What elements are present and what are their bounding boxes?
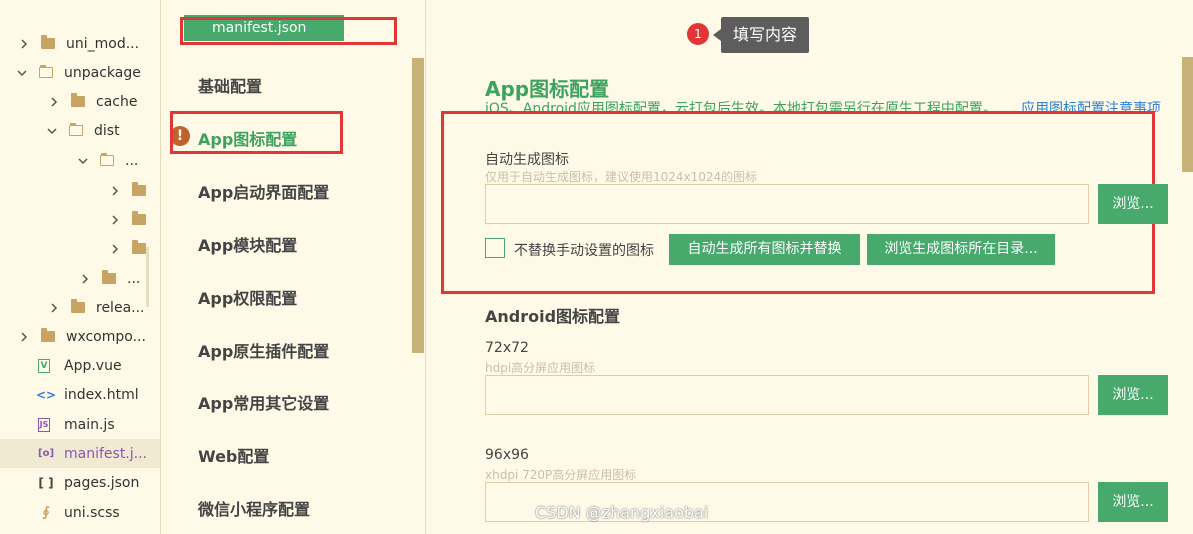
- folder-open-icon: [38, 65, 54, 80]
- tree-item-label: main.js: [64, 416, 115, 433]
- chevron-right-icon[interactable]: [109, 185, 121, 197]
- auto-icon-input[interactable]: [485, 184, 1089, 224]
- tree-item-label: index.html: [64, 386, 139, 403]
- nav-item-app-splash[interactable]: App启动界面配置: [198, 179, 329, 203]
- main-content: 1 填写内容 App图标配置 iOS、Android应用图标配置，云打包后生效。…: [427, 0, 1193, 534]
- tree-item-uni-scss[interactable]: ∮ uni.scss: [0, 498, 160, 527]
- tree-item-label: relea...: [96, 299, 145, 316]
- folder-icon: [131, 240, 147, 256]
- auto-generate-button[interactable]: 自动生成所有图标并替换: [669, 234, 860, 265]
- js-file-icon: JS: [38, 417, 50, 432]
- nav-item-web[interactable]: Web配置: [198, 443, 269, 467]
- folder-icon: [70, 93, 86, 109]
- tree-item-app-vue[interactable]: V App.vue: [0, 351, 160, 380]
- chevron-down-icon[interactable]: [16, 67, 28, 79]
- tree-item-nested-3[interactable]: [0, 234, 160, 263]
- tree-item-main-js[interactable]: JS main.js: [0, 410, 160, 439]
- chevron-down-icon[interactable]: [46, 125, 58, 137]
- chevron-right-icon[interactable]: [48, 96, 60, 108]
- android-section-title: Android图标配置: [485, 307, 621, 326]
- nav-item-wechat-miniprogram[interactable]: 微信小程序配置: [198, 496, 310, 520]
- folder-icon: [70, 299, 86, 315]
- chevron-right-icon[interactable]: [109, 214, 121, 226]
- icon-96-label: 96x96: [485, 447, 529, 463]
- folder-icon: [40, 328, 56, 344]
- chevron-right-icon[interactable]: [48, 302, 60, 314]
- tree-item-release[interactable]: relea...: [0, 293, 160, 322]
- annotation-badge: 1: [687, 23, 709, 45]
- icon-72-browse-button[interactable]: 浏览...: [1098, 375, 1168, 415]
- tree-item-wxcomponents[interactable]: wxcompo...: [0, 322, 160, 351]
- tree-item-nested-1[interactable]: [0, 176, 160, 205]
- folder-icon: [40, 35, 56, 51]
- tree-item-unpackage[interactable]: unpackage: [0, 58, 160, 87]
- vue-file-icon: V: [38, 358, 50, 373]
- chevron-right-icon[interactable]: [79, 273, 91, 285]
- icon-72-hint: hdpi高分屏应用图标: [485, 361, 596, 375]
- tree-item-nested-2[interactable]: [0, 205, 160, 234]
- html-file-icon: <>: [35, 387, 57, 402]
- icon-notes-link[interactable]: 应用图标配置注意事项: [1021, 98, 1161, 112]
- tree-item-label: wxcompo...: [66, 328, 146, 345]
- tree-item-cache[interactable]: cache: [0, 87, 160, 116]
- folder-open-icon: [99, 153, 115, 168]
- auto-icon-browse-button[interactable]: 浏览...: [1098, 184, 1168, 224]
- highlight-box-nav-app-icon: [170, 111, 343, 154]
- tree-item-pages-json[interactable]: [ ] pages.json: [0, 468, 160, 497]
- tree-item-label: ...: [127, 270, 141, 287]
- tree-item-label: cache: [96, 93, 138, 110]
- tree-item-label: App.vue: [64, 357, 122, 374]
- icon-96-browse-button[interactable]: 浏览...: [1098, 482, 1168, 522]
- nav-item-app-native-plugins[interactable]: App原生插件配置: [198, 338, 329, 362]
- nav-item-basic[interactable]: 基础配置: [198, 73, 262, 97]
- tree-item-label: ...: [125, 152, 139, 169]
- nav-item-app-other-settings[interactable]: App常用其它设置: [198, 390, 329, 414]
- tree-item-manifest-json[interactable]: [o] manifest.j...: [0, 439, 160, 468]
- icon-72-input[interactable]: [485, 375, 1089, 415]
- settings-nav: manifest.json 基础配置 ! App图标配置 App启动界面配置 A…: [162, 0, 426, 534]
- json-file-icon: [ ]: [38, 475, 54, 490]
- nav-item-app-modules[interactable]: App模块配置: [198, 232, 297, 256]
- tree-item-label: pages.json: [64, 474, 140, 491]
- tree-item-dist-child[interactable]: ...: [0, 146, 160, 175]
- tree-item-dist-sibling[interactable]: ...: [0, 264, 160, 293]
- nav-item-app-permissions[interactable]: App权限配置: [198, 285, 297, 309]
- chevron-right-icon[interactable]: [18, 38, 30, 50]
- tree-item-label: dist: [94, 122, 120, 139]
- tree-item-index-html[interactable]: <> index.html: [0, 380, 160, 409]
- folder-open-icon: [68, 123, 84, 138]
- icon-96-hint: xhdpi 720P高分屏应用图标: [485, 468, 637, 482]
- chevron-down-icon[interactable]: [77, 155, 89, 167]
- chevron-right-icon[interactable]: [18, 331, 30, 343]
- tree-scrollbar[interactable]: [146, 247, 149, 307]
- no-replace-label: 不替换手动设置的图标: [514, 243, 654, 259]
- tree-item-label: uni_mod...: [66, 35, 140, 52]
- tree-item-label: uni.scss: [64, 504, 120, 521]
- folder-icon: [131, 211, 147, 227]
- tree-item-uni-modules[interactable]: uni_mod...: [0, 29, 160, 58]
- scss-file-icon: ∮: [42, 505, 50, 520]
- no-replace-checkbox[interactable]: [485, 238, 505, 258]
- folder-icon: [131, 182, 147, 198]
- auto-icon-hint: 仅用于自动生成图标，建议使用1024x1024的图标: [485, 170, 758, 184]
- open-icon-dir-button[interactable]: 浏览生成图标所在目录...: [867, 234, 1055, 265]
- file-tree: uni_mod... unpackage cache dist ... ... …: [0, 0, 161, 534]
- section-description: iOS、Android应用图标配置，云打包后生效。本地打包需另行在原生工程中配置…: [485, 101, 997, 112]
- main-scrollbar[interactable]: [1182, 57, 1193, 172]
- tree-item-label: manifest.j...: [64, 445, 147, 462]
- manifest-file-icon: [o]: [38, 448, 55, 459]
- annotation-tooltip: 填写内容: [712, 17, 810, 53]
- highlight-box-file-tab: [180, 17, 397, 45]
- tree-item-dist[interactable]: dist: [0, 116, 160, 145]
- nav-scrollbar[interactable]: [412, 58, 424, 353]
- auto-icon-label: 自动生成图标: [485, 152, 569, 168]
- chevron-right-icon[interactable]: [109, 243, 121, 255]
- icon-72-label: 72x72: [485, 340, 529, 356]
- watermark: CSDN @zhangxiaobai: [535, 503, 709, 522]
- tree-item-label: unpackage: [64, 64, 141, 81]
- folder-icon: [101, 270, 117, 286]
